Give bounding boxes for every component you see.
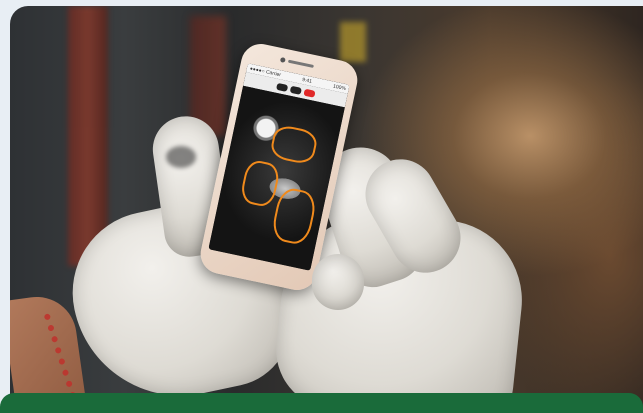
hero-photo: ●●●●○ Carrier 9:41 100% <box>10 6 643 410</box>
orange-wire <box>238 158 282 209</box>
orange-wire <box>269 185 319 247</box>
background-light <box>340 22 366 62</box>
glove-dirt-stain <box>166 146 196 168</box>
right-glove-fingertip <box>312 254 364 310</box>
app-control-button <box>289 85 302 95</box>
green-banner <box>0 393 643 413</box>
background-pillar <box>68 6 108 266</box>
record-button <box>303 88 316 98</box>
app-control-button <box>275 82 288 92</box>
orange-wire <box>268 123 320 166</box>
speaker-grille <box>287 59 314 68</box>
clock-label: 9:41 <box>301 76 313 85</box>
front-camera-icon <box>279 56 286 63</box>
